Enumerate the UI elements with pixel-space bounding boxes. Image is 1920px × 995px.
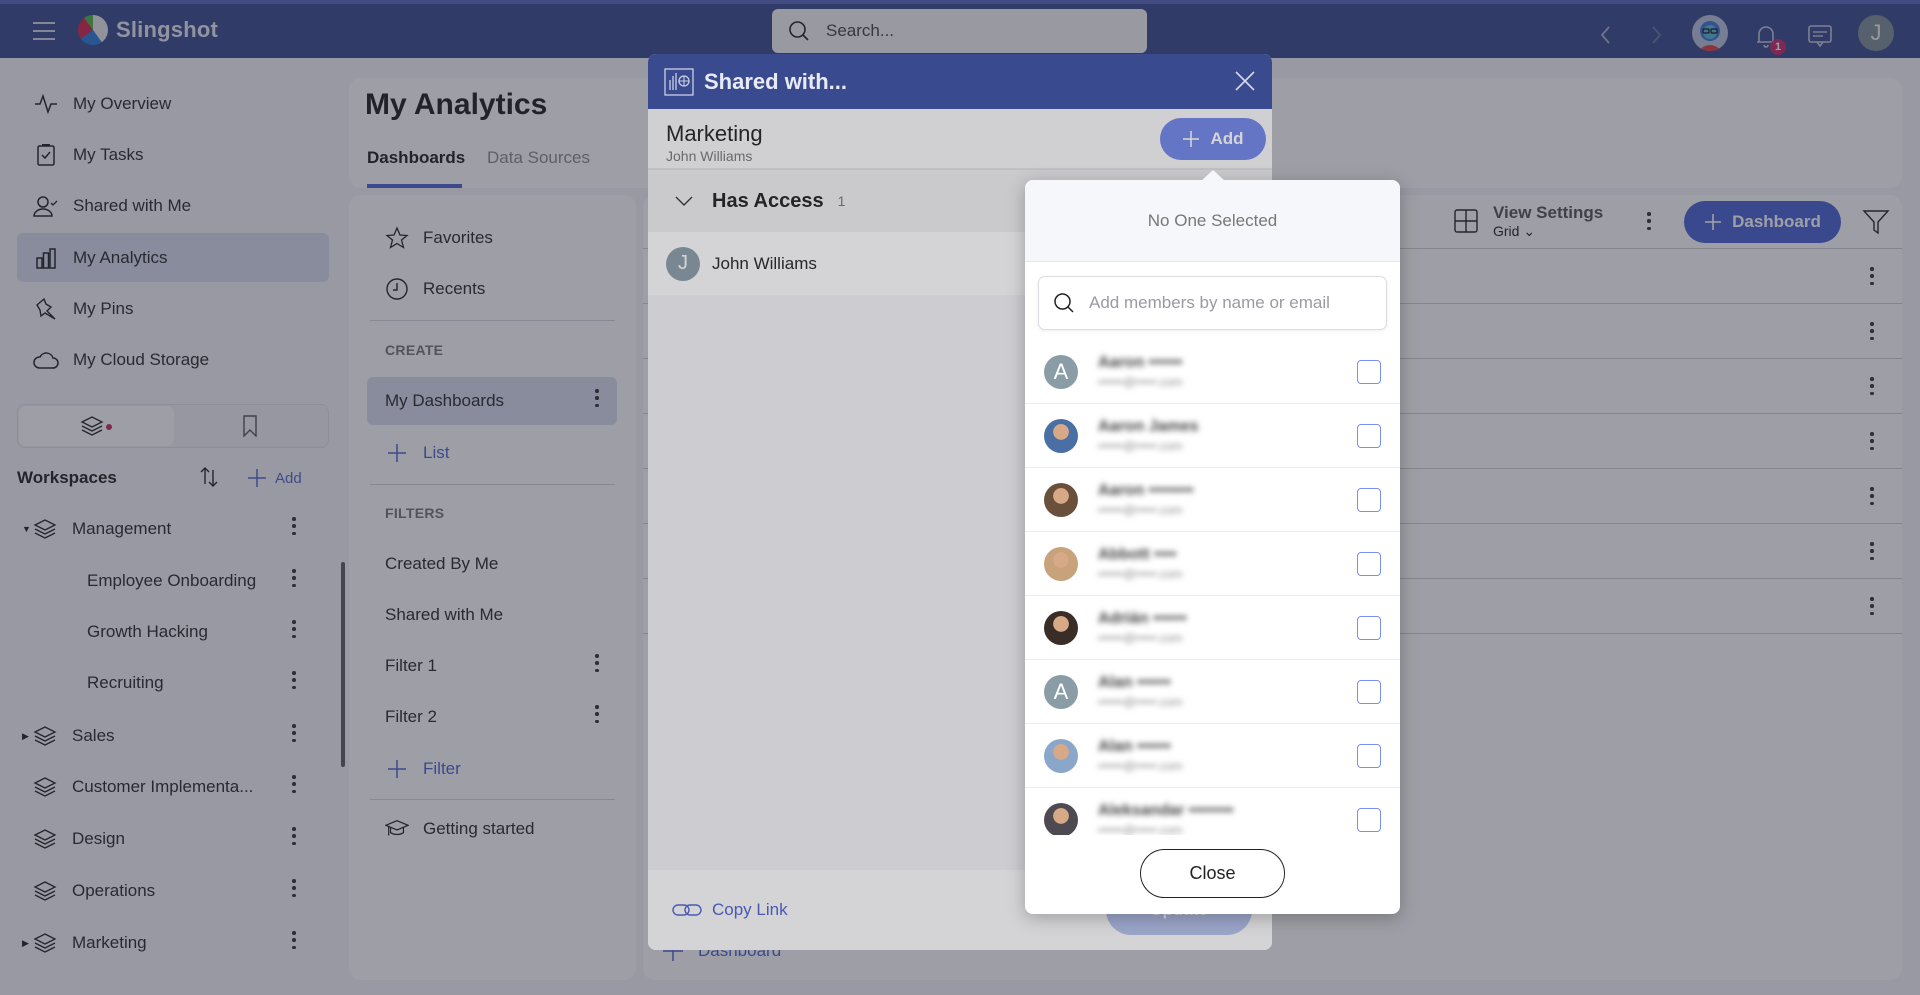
candidate-email: ••••••@•••••.com [1098,503,1183,517]
candidate-checkbox[interactable] [1357,744,1381,768]
candidate-checkbox[interactable] [1357,808,1381,832]
candidate-checkbox[interactable] [1357,424,1381,448]
candidate-email: ••••••@•••••.com [1098,823,1183,835]
search-icon [1054,293,1074,313]
candidate-email: ••••••@•••••.com [1098,439,1183,453]
candidate-list[interactable]: A Aaron •••••• ••••••@•••••.com Aaron James… [1025,340,1400,835]
candidate-info: Alan •••••• ••••••@•••••.com [1098,738,1182,773]
candidate-avatar: A [1044,674,1078,709]
candidate-name: Aaron •••••••• [1098,482,1194,499]
candidate-checkbox[interactable] [1357,616,1381,640]
candidate-name: Alan •••••• [1098,738,1171,755]
candidate-row[interactable]: Aaron James ••••••@•••••.com [1025,404,1400,468]
share-dialog-title: Shared with... [704,68,848,94]
candidate-info: Adrián •••••• ••••••@•••••.com [1098,610,1187,645]
candidate-name: Abbott •••• [1098,546,1177,563]
candidate-checkbox[interactable] [1357,488,1381,512]
candidate-email: ••••••@•••••.com [1098,759,1183,773]
candidate-avatar [1044,610,1078,645]
candidate-avatar [1044,738,1078,773]
selection-status: No One Selected [1025,180,1400,262]
candidate-email: ••••••@•••••.com [1098,695,1183,709]
popover-arrow [1201,170,1225,181]
candidate-info: Aaron James ••••••@•••••.com [1098,418,1199,453]
candidate-avatar [1044,482,1078,517]
candidate-info: Aaron •••••••• ••••••@•••••.com [1098,482,1193,517]
candidate-info: Alan •••••• ••••••@•••••.com [1098,674,1182,709]
candidate-info: Abbott •••• ••••••@•••••.com [1098,546,1182,581]
candidate-checkbox[interactable] [1357,680,1381,704]
candidate-email: ••••••@•••••.com [1098,631,1183,645]
candidate-name: Alan •••••• [1098,674,1171,691]
add-members-popover: No One Selected Add members by name or e… [1025,170,1400,914]
candidate-name: Aaron •••••• [1098,354,1183,371]
candidate-name: Aleksandar •••••••• [1098,802,1234,819]
candidate-row[interactable]: A Aaron •••••• ••••••@•••••.com [1025,340,1400,404]
candidate-row[interactable]: Aaron •••••••• ••••••@•••••.com [1025,468,1400,532]
candidate-checkbox[interactable] [1357,360,1381,384]
candidate-info: Aleksandar •••••••• ••••••@•••••.com [1098,802,1234,835]
member-search-input[interactable]: Add members by name or email [1038,276,1387,330]
candidate-avatar [1044,802,1078,835]
member-search-placeholder: Add members by name or email [1089,293,1330,312]
candidate-row[interactable]: Abbott •••• ••••••@•••••.com [1025,532,1400,596]
close-icon[interactable] [1234,70,1256,92]
candidate-row[interactable]: Aleksandar •••••••• ••••••@•••••.com [1025,788,1400,835]
candidate-avatar [1044,546,1078,581]
candidate-email: ••••••@•••••.com [1098,567,1183,581]
candidate-email: ••••••@•••••.com [1098,375,1183,389]
dashboard-icon [664,67,694,96]
candidate-checkbox[interactable] [1357,552,1381,576]
candidate-row[interactable]: Adrián •••••• ••••••@•••••.com [1025,596,1400,660]
candidate-row[interactable]: Alan •••••• ••••••@•••••.com [1025,724,1400,788]
candidate-info: Aaron •••••• ••••••@•••••.com [1098,354,1182,389]
candidate-name: Adrián •••••• [1098,610,1187,627]
candidate-name: Aaron James [1098,418,1199,435]
candidate-row[interactable]: A Alan •••••• ••••••@•••••.com [1025,660,1400,724]
candidate-avatar: A [1044,354,1078,389]
close-button[interactable]: Close [1140,849,1285,898]
candidate-avatar [1044,418,1078,453]
share-dialog-header: Shared with... [648,54,1272,109]
